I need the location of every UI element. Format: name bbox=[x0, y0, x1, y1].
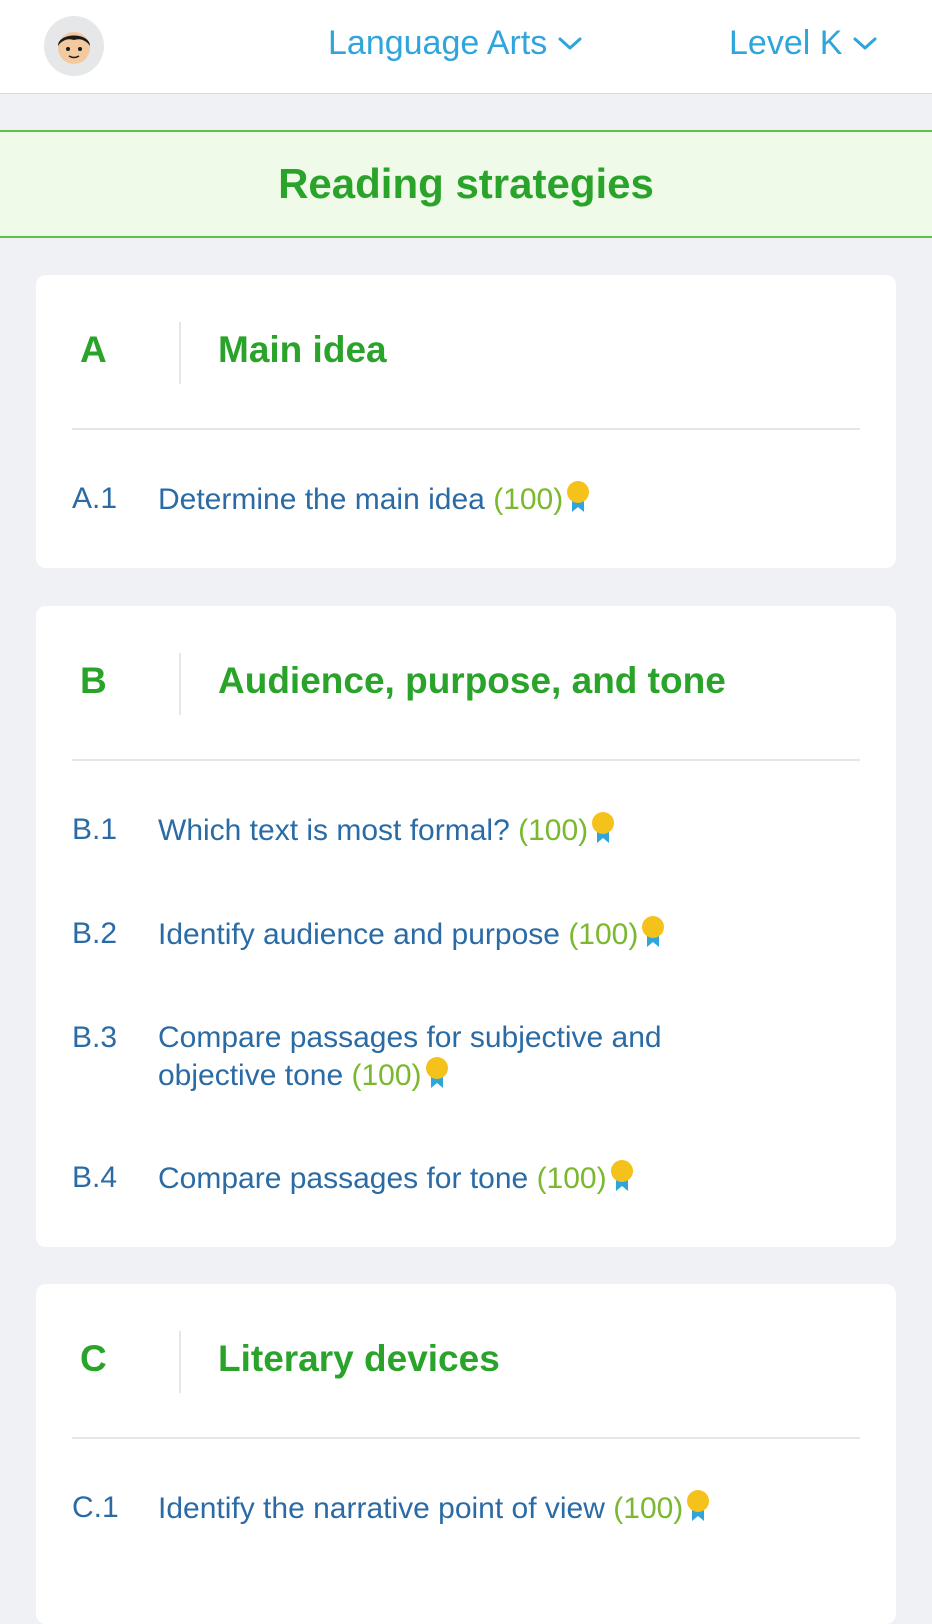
skill-text: Compare passages for tone bbox=[158, 1162, 529, 1195]
section-letter: B bbox=[80, 660, 107, 701]
skill-item-b1[interactable]: B.1 Which text is most formal? (100) bbox=[72, 811, 860, 849]
skill-score: (100) bbox=[613, 1492, 684, 1525]
medal-icon bbox=[425, 1057, 448, 1088]
skill-text-wrap: Compare passages for tone (100) bbox=[158, 1159, 718, 1197]
skill-item-b4[interactable]: B.4 Compare passages for tone (100) bbox=[72, 1159, 860, 1197]
medal-icon bbox=[610, 1160, 633, 1191]
category-banner: Reading strategies bbox=[0, 130, 932, 238]
skill-score: (100) bbox=[493, 483, 564, 516]
level-dropdown[interactable]: Level K bbox=[729, 24, 878, 63]
section-card-b: B Audience, purpose, and tone B.1 Which … bbox=[36, 606, 896, 1247]
avatar-face-icon bbox=[58, 32, 90, 64]
section-title: Main idea bbox=[218, 329, 387, 370]
divider bbox=[179, 1331, 181, 1393]
skill-text-wrap: Determine the main idea (100) bbox=[158, 480, 718, 518]
section-title: Audience, purpose, and tone bbox=[218, 660, 726, 701]
skill-item-b2[interactable]: B.2 Identify audience and purpose (100) bbox=[72, 915, 860, 953]
section-card-c: C Literary devices C.1 Identify the narr… bbox=[36, 1284, 896, 1624]
section-letter: A bbox=[80, 329, 107, 370]
skill-text-wrap: Identify the narrative point of view (10… bbox=[158, 1489, 798, 1527]
level-label: Level K bbox=[729, 24, 843, 62]
chevron-down-icon bbox=[853, 37, 877, 49]
skill-text-wrap: Identify audience and purpose (100) bbox=[158, 915, 718, 953]
skill-item-a1[interactable]: A.1 Determine the main idea (100) bbox=[72, 480, 860, 518]
skill-item-c1[interactable]: C.1 Identify the narrative point of view… bbox=[72, 1489, 860, 1527]
section-letter: C bbox=[80, 1338, 107, 1379]
category-title: Reading strategies bbox=[278, 160, 654, 207]
skill-code: B.4 bbox=[72, 1161, 118, 1194]
skill-text: Which text is most formal? bbox=[158, 814, 510, 847]
section-header: C Literary devices bbox=[72, 1284, 860, 1439]
medal-icon bbox=[642, 916, 665, 947]
section-header: A Main idea bbox=[72, 275, 860, 430]
skill-code: A.1 bbox=[72, 482, 118, 515]
skill-text: Determine the main idea bbox=[158, 483, 485, 516]
medal-icon bbox=[592, 812, 615, 843]
divider bbox=[179, 322, 181, 384]
medal-icon bbox=[567, 481, 590, 512]
section-card-a: A Main idea A.1 Determine the main idea … bbox=[36, 275, 896, 568]
avatar[interactable] bbox=[44, 16, 104, 76]
skill-code: C.1 bbox=[72, 1491, 119, 1524]
skill-score: (100) bbox=[351, 1059, 422, 1092]
skill-code: B.3 bbox=[72, 1021, 118, 1054]
divider bbox=[179, 653, 181, 715]
skill-code: B.2 bbox=[72, 917, 118, 950]
skill-item-b3[interactable]: B.3 Compare passages for subjective and … bbox=[72, 1019, 860, 1094]
skill-text-wrap: Compare passages for subjective and obje… bbox=[158, 1019, 718, 1094]
skill-score: (100) bbox=[536, 1162, 607, 1195]
subject-dropdown[interactable]: Language Arts bbox=[328, 24, 583, 63]
skill-text-wrap: Which text is most formal? (100) bbox=[158, 811, 718, 849]
top-bar: Language Arts Level K bbox=[0, 0, 932, 94]
skill-score: (100) bbox=[568, 918, 639, 951]
skill-text: Identify the narrative point of view bbox=[158, 1492, 605, 1525]
medal-icon bbox=[687, 1490, 710, 1521]
skill-score: (100) bbox=[518, 814, 589, 847]
chevron-down-icon bbox=[558, 37, 582, 49]
section-header: B Audience, purpose, and tone bbox=[72, 606, 860, 761]
subject-label: Language Arts bbox=[328, 24, 548, 62]
skill-text: Identify audience and purpose bbox=[158, 918, 560, 951]
section-title: Literary devices bbox=[218, 1338, 500, 1379]
skill-code: B.1 bbox=[72, 813, 118, 846]
